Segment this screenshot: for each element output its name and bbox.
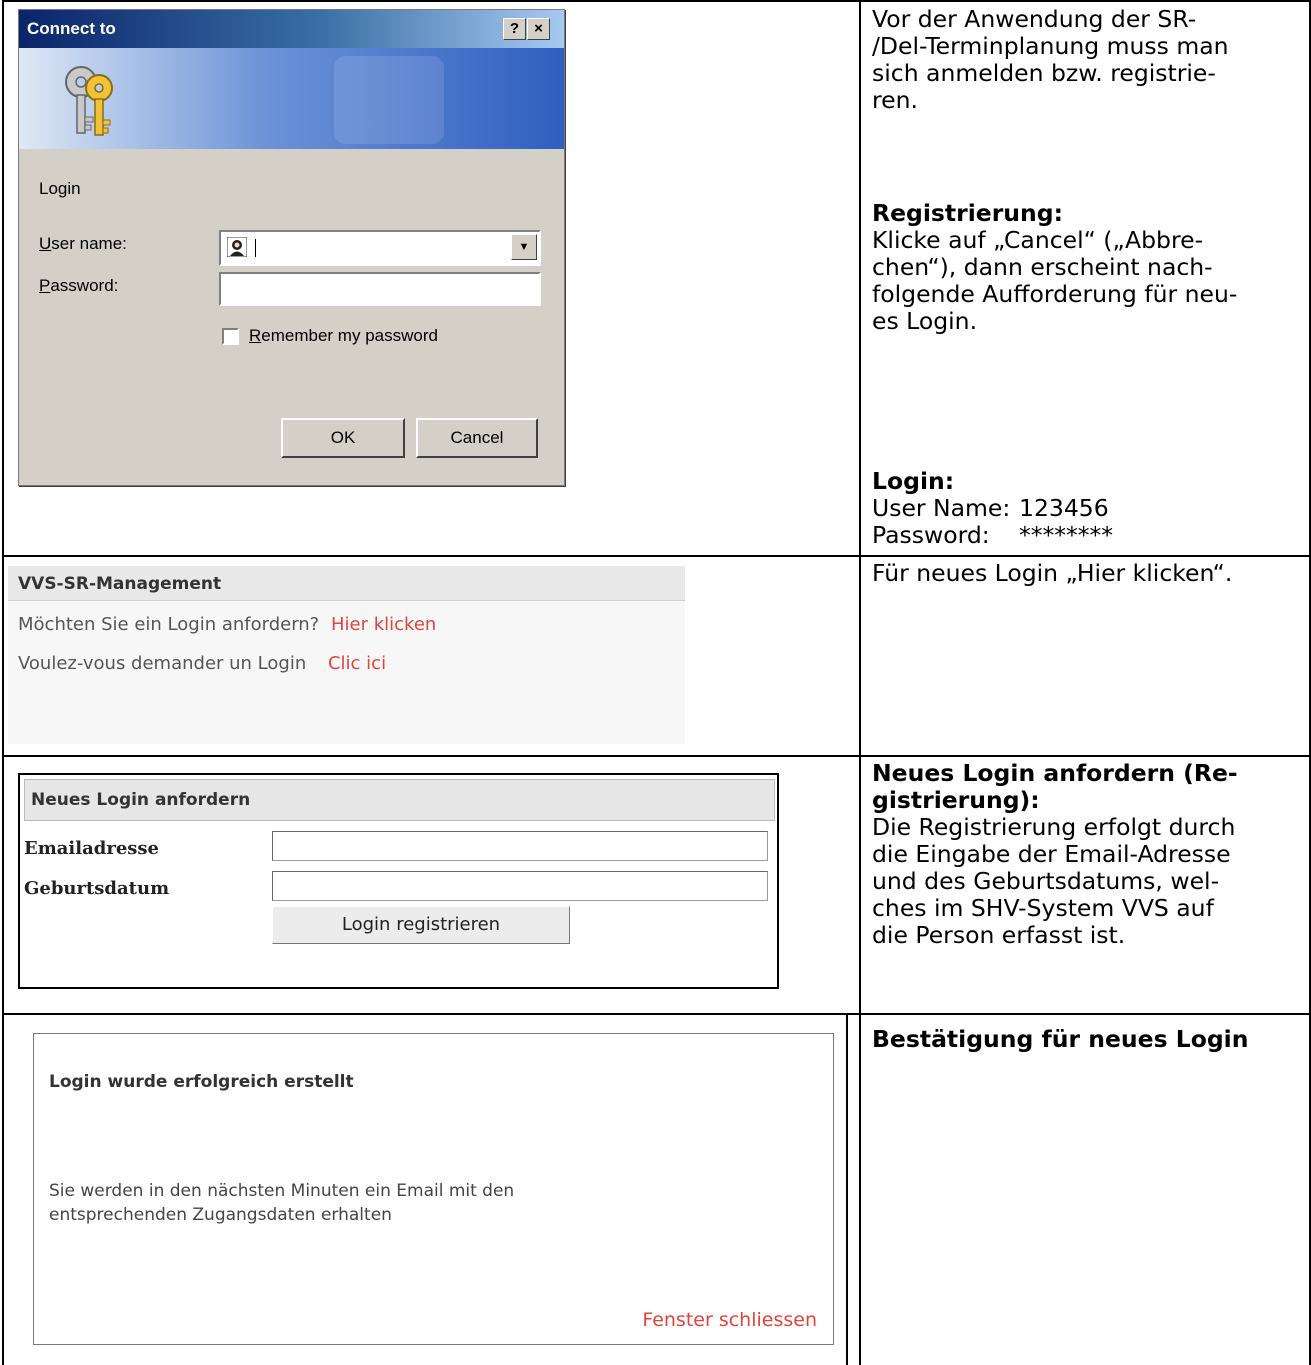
username-label: User name: <box>39 234 127 253</box>
confirmation-panel: Login wurde erfolgreich erstellt Sie wer… <box>33 1033 834 1345</box>
cancel-button[interactable]: Cancel <box>416 418 538 458</box>
confirmation-message: Sie werden in den nächsten Minuten ein E… <box>49 1181 515 1225</box>
description-confirmation: Bestätigung für neues Login <box>872 1025 1249 1053</box>
username-value: 123456 <box>1019 494 1109 522</box>
vvs-panel: VVS-SR-Management Möchten Sie ein Login … <box>8 566 685 744</box>
birthdate-field[interactable] <box>272 871 768 901</box>
registration-line: folgende Aufforderung für neu- <box>872 280 1238 308</box>
birthdate-label: Geburtsdatum <box>24 878 170 899</box>
login-heading: Login: <box>872 467 955 495</box>
registration-form-line: ches im SHV-System VVS auf <box>872 894 1214 922</box>
ok-button[interactable]: OK <box>281 418 405 458</box>
request-row-fr: Voulez-vous demander un Login Clic ici <box>18 653 386 674</box>
registration-line: Klicke auf „Cancel“ („Abbre- <box>872 226 1204 254</box>
email-field[interactable] <box>272 831 768 861</box>
description-registration: Neues Login anfordern (Re- gistrierung):… <box>872 760 1302 949</box>
intro-line: ren. <box>872 86 918 114</box>
description-login: Vor der Anwendung der SR- /Del-Terminpla… <box>872 6 1302 114</box>
password-field[interactable] <box>219 272 541 306</box>
registration-form-line: die Person erfasst ist. <box>872 921 1126 949</box>
remember-checkbox[interactable] <box>222 328 239 345</box>
password-label: Password: <box>39 276 119 295</box>
form-header: Neues Login anfordern <box>24 779 775 821</box>
confirmation-title: Login wurde erfolgreich erstellt <box>49 1072 354 1092</box>
dialog-titlebar: Connect to ? × <box>19 10 564 48</box>
link-clic-ici[interactable]: Clic ici <box>328 653 386 674</box>
remember-label[interactable]: Remember my password <box>249 326 438 346</box>
vvs-header: VVS-SR-Management <box>8 566 685 601</box>
close-window-link[interactable]: Fenster schliessen <box>642 1309 817 1331</box>
registration-form-heading: Neues Login anfordern (Re- <box>872 759 1238 787</box>
username-combobox[interactable]: ▼ <box>219 230 541 266</box>
registration-form-line: die Eingabe der Email-Adresse <box>872 840 1231 868</box>
registration-line: es Login. <box>872 307 978 335</box>
dialog-banner <box>19 48 564 149</box>
login-credentials: Login: User Name: 123456 Password: *******… <box>872 468 1302 549</box>
question-fr: Voulez-vous demander un Login <box>18 653 307 674</box>
chevron-down-icon[interactable]: ▼ <box>511 234 537 260</box>
register-button[interactable]: Login registrieren <box>272 906 570 944</box>
help-button[interactable]: ? <box>503 18 526 40</box>
user-icon <box>227 237 247 257</box>
email-label: Emailadresse <box>24 838 160 859</box>
question-de: Möchten Sie ein Login anfordern? <box>18 614 320 635</box>
intro-line: /Del-Terminplanung muss man <box>872 32 1229 60</box>
registration-form-line: Die Registrierung erfolgt durch <box>872 813 1236 841</box>
connect-dialog: Connect to ? × Login User name: ▼ Passwo… <box>18 9 565 486</box>
password-key: Password: <box>872 521 990 549</box>
registration-line: chen“), dann erscheint nach- <box>872 253 1213 281</box>
request-login-form: Neues Login anfordern Emailadresse Gebur… <box>18 773 779 989</box>
text-caret <box>255 239 256 257</box>
close-button[interactable]: × <box>527 18 550 40</box>
password-value: ******** <box>1019 521 1113 549</box>
description-new-login: Für neues Login „Hier klicken“. <box>872 559 1233 587</box>
login-section-label: Login <box>39 179 81 198</box>
keys-icon <box>65 66 113 136</box>
registration-form-line: und des Geburtsdatums, wel- <box>872 867 1220 895</box>
link-hier-klicken[interactable]: Hier klicken <box>331 614 436 635</box>
username-key: User Name: <box>872 494 1011 522</box>
intro-line: sich anmelden bzw. registrie- <box>872 59 1216 87</box>
request-row-de: Möchten Sie ein Login anfordern? Hier kl… <box>18 614 436 635</box>
dialog-title: Connect to <box>27 19 116 38</box>
registration-heading: Registrierung: <box>872 199 1063 227</box>
registration-description: Registrierung: Klicke auf „Cancel“ („Abb… <box>872 200 1302 335</box>
intro-line: Vor der Anwendung der SR- <box>872 5 1197 33</box>
